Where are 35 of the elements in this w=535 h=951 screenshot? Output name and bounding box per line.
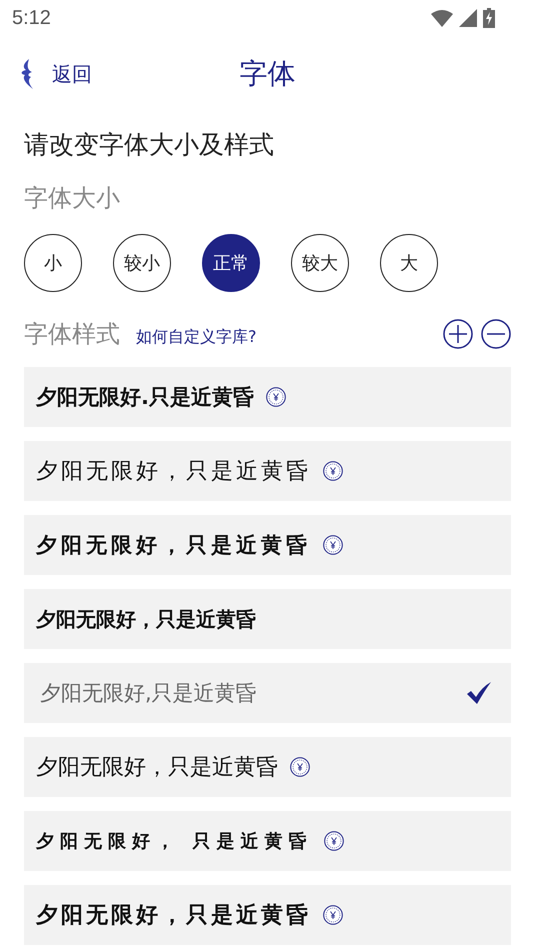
size-option[interactable]: 较大 [291,234,349,292]
add-icon[interactable] [443,319,473,349]
check-icon [467,682,491,704]
font-sample: 夕阳无限好， 只是近黄昏 [36,830,312,853]
font-sample: 夕阳无限好，只是近黄昏 [36,901,311,930]
font-sample: 夕阳无限好，只是近黄昏 [36,531,311,559]
font-option[interactable]: 夕阳无限好,只是近黄昏 [24,663,511,723]
font-option[interactable]: 夕阳无限好，只是近黄昏 [24,515,511,575]
status-time: 5:12 [12,6,51,30]
size-option[interactable]: 较小 [113,234,171,292]
font-option[interactable]: 夕阳无限好，只是近黄昏 [24,737,511,797]
size-option[interactable]: 大 [380,234,438,292]
ornament-icon [20,59,36,89]
signal-icon [459,9,477,27]
font-option[interactable]: 夕阳无限好，只是近黄昏 [24,885,511,945]
intro-heading: 请改变字体大小及样式 [24,129,275,161]
wifi-icon [431,9,453,27]
font-sample: 夕阳无限好.只是近黄昏 [36,384,254,411]
font-sample: 夕阳无限好,只是近黄昏 [39,680,257,707]
size-option[interactable]: 小 [24,234,82,292]
section-label: 字体样式 [24,319,120,350]
font-sample: 夕阳无限好，只是近黄昏 [36,458,311,486]
font-option[interactable]: 夕阳无限好， 只是近黄昏 [24,811,511,871]
font-option[interactable]: 夕阳无限好.只是近黄昏 [24,367,511,427]
font-option[interactable]: 夕阳无限好，只是近黄昏 [24,441,511,501]
remove-icon[interactable] [481,319,511,349]
size-option[interactable]: 正常 [202,234,260,292]
font-option[interactable]: 夕阳无限好，只是近黄昏 [24,589,511,649]
section-label: 字体大小 [24,183,121,214]
page-title: 字体 [240,56,296,92]
font-sample: 夕阳无限好，只是近黄昏 [36,606,256,632]
help-link[interactable]: 如何自定义字库? [136,326,256,348]
font-sample: 夕阳无限好，只是近黄昏 [36,754,278,782]
back-button[interactable]: 返回 [20,44,92,104]
battery-icon [483,8,495,28]
